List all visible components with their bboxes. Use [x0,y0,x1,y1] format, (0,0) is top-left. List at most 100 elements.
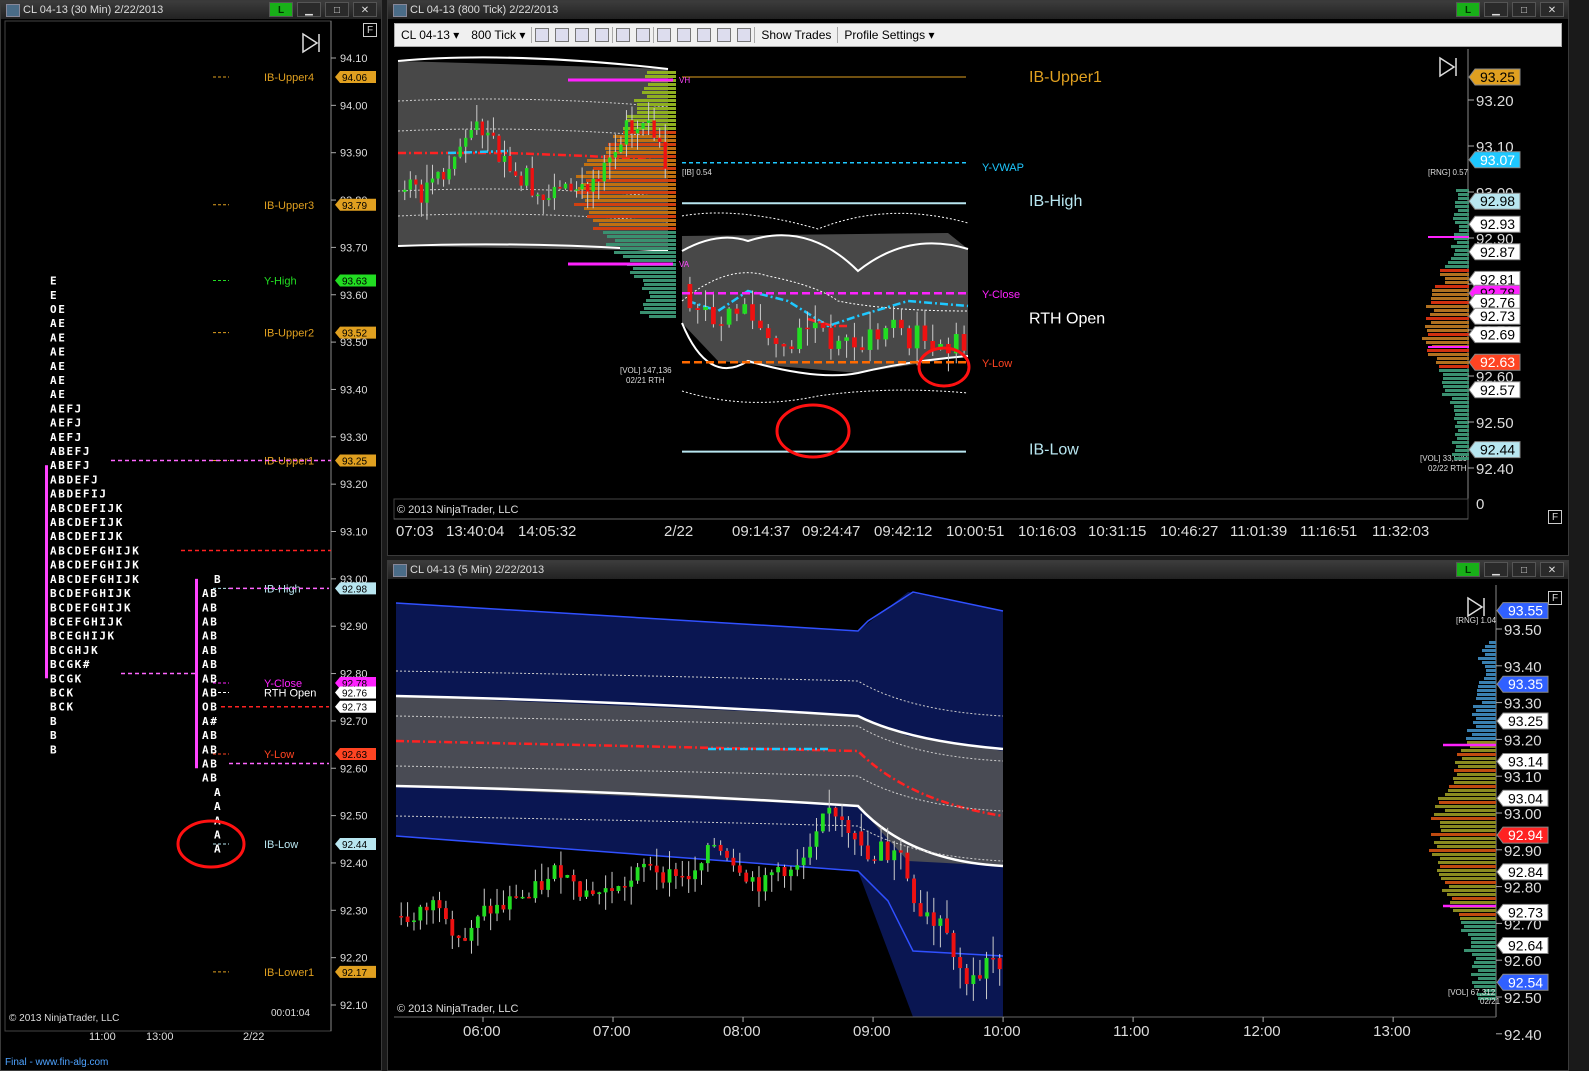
time-axis-label: 11:32:03 [1372,523,1429,540]
tpo-row-yesterday: AEFJ [50,402,83,415]
volume-profile-bar [645,75,676,78]
volume-profile-bar [1457,773,1496,776]
today-candle [844,337,849,341]
tpo-row-yesterday: BCEGHIJK [50,630,116,643]
price-tag-label: 92.63 [1480,354,1515,370]
today-candle [836,340,842,349]
volume-profile-bar [1448,261,1469,264]
today-candle [695,308,701,310]
five-candle [693,870,697,880]
volume-profile-bar [1474,961,1496,964]
yesterday-candle [513,171,518,176]
status-text[interactable]: Final - www.fin-alg.com [5,1057,108,1068]
volume-profile-bar [607,235,676,238]
tpo-axis-tick-label: 92.50 [340,811,368,823]
five-candle [763,875,768,892]
volume-profile-bar [1476,957,1496,960]
tpo-row-today: AB [202,686,218,699]
yesterday-candle [430,178,435,183]
volume-profile-bar [576,175,676,178]
five-candle [412,920,416,923]
today-candle [726,308,732,325]
five-candle [769,872,774,876]
yesterday-candle [480,121,485,136]
copyright-label: © 2013 NinjaTrader, LLC [9,1013,119,1024]
price-tag-label: 92.73 [1508,904,1543,920]
price-tag-label: 92.57 [1480,382,1515,398]
five-drop-candle [951,932,956,958]
price-tag-label: 92.84 [1508,864,1543,880]
volume-profile-bar [1438,797,1496,800]
tpo-row-yesterday: ABCDEFIJK [50,530,124,543]
volume-profile-bar [593,227,676,230]
price-tag-label: 93.35 [1508,676,1543,692]
volume-profile-bar [1455,449,1469,452]
volume-profile-bar [1485,645,1496,648]
five-candle [776,866,781,873]
info-note: [VOL] 67,312 [1448,988,1496,997]
five-drop-candle [912,878,916,904]
volume-profile-bar [1456,189,1469,192]
volume-profile-bar [1476,725,1496,728]
tpo-row-yesterday: BCDEFGHIJK [50,587,132,600]
volume-profile-bar [1434,841,1496,844]
volume-profile-bar [1426,341,1469,344]
volume-profile-bar [1452,441,1469,444]
five-candle [431,900,436,911]
volume-profile-bar [603,231,676,234]
volume-profile-bar [1464,949,1496,952]
volume-profile-bar [1467,729,1496,732]
yesterday-candle [530,168,534,196]
volume-profile-bar [1445,881,1496,884]
five-candle [725,850,729,858]
volume-profile-bar [1427,329,1469,332]
five-candle [424,906,429,911]
volume-profile-bar [1476,717,1496,720]
tpo-axis-tick-label: 92.60 [340,763,368,775]
five-candle [475,916,480,928]
volume-profile-bar [1435,285,1469,288]
yesterday-candle [536,194,540,197]
volume-profile-bar [630,259,676,262]
volume-profile-bar [1477,689,1496,692]
price-tag-label: 92.63 [342,750,367,761]
yesterday-candle [630,120,634,134]
yesterday-candle [486,132,490,136]
tpo-row-yesterday: ABCDEFIJK [50,516,124,529]
time-axis-label: 2/22 [243,1031,264,1043]
five-drop-candle [984,957,989,979]
volume-profile-bar [1468,933,1496,936]
volume-profile-bar [1427,349,1469,352]
volume-profile-bar [1452,397,1469,400]
yesterday-candle [525,168,529,186]
tpo-axis-tick-label: 93.90 [340,148,368,160]
volume-profile-bar [1441,877,1496,880]
volume-profile-bar [1442,381,1469,384]
tpo-row-yesterday: AEFJ [50,431,83,444]
volume-profile-bar [627,115,676,118]
five-drop-candle [918,903,923,917]
yesterday-candle [608,157,612,163]
five-candle [852,832,857,840]
volume-profile-bar [1458,193,1469,196]
level-label: Y-Close [982,289,1020,301]
time-axis-label: 10:46:27 [1160,523,1218,540]
volume-profile-bar [1459,225,1469,228]
volume-profile-bar [630,271,676,274]
price-tag-label: 94.06 [342,73,367,84]
level-label: IB-Low [264,839,298,851]
five-candle [456,935,461,938]
volume-profile-bar [1434,813,1496,816]
volume-profile-bar [1459,913,1496,916]
five-drop-candle [859,831,864,846]
indicator-panel [393,498,1469,520]
five-candle [827,807,832,814]
today-candle [875,329,881,340]
five-candle [450,919,455,936]
today-candle [711,307,716,325]
tpo-row-yesterday: B [50,743,58,756]
five-candle [654,865,659,873]
volume-profile-bar [1439,801,1496,804]
time-axis-label: 09:00 [853,1023,891,1040]
five-candle [405,916,410,923]
